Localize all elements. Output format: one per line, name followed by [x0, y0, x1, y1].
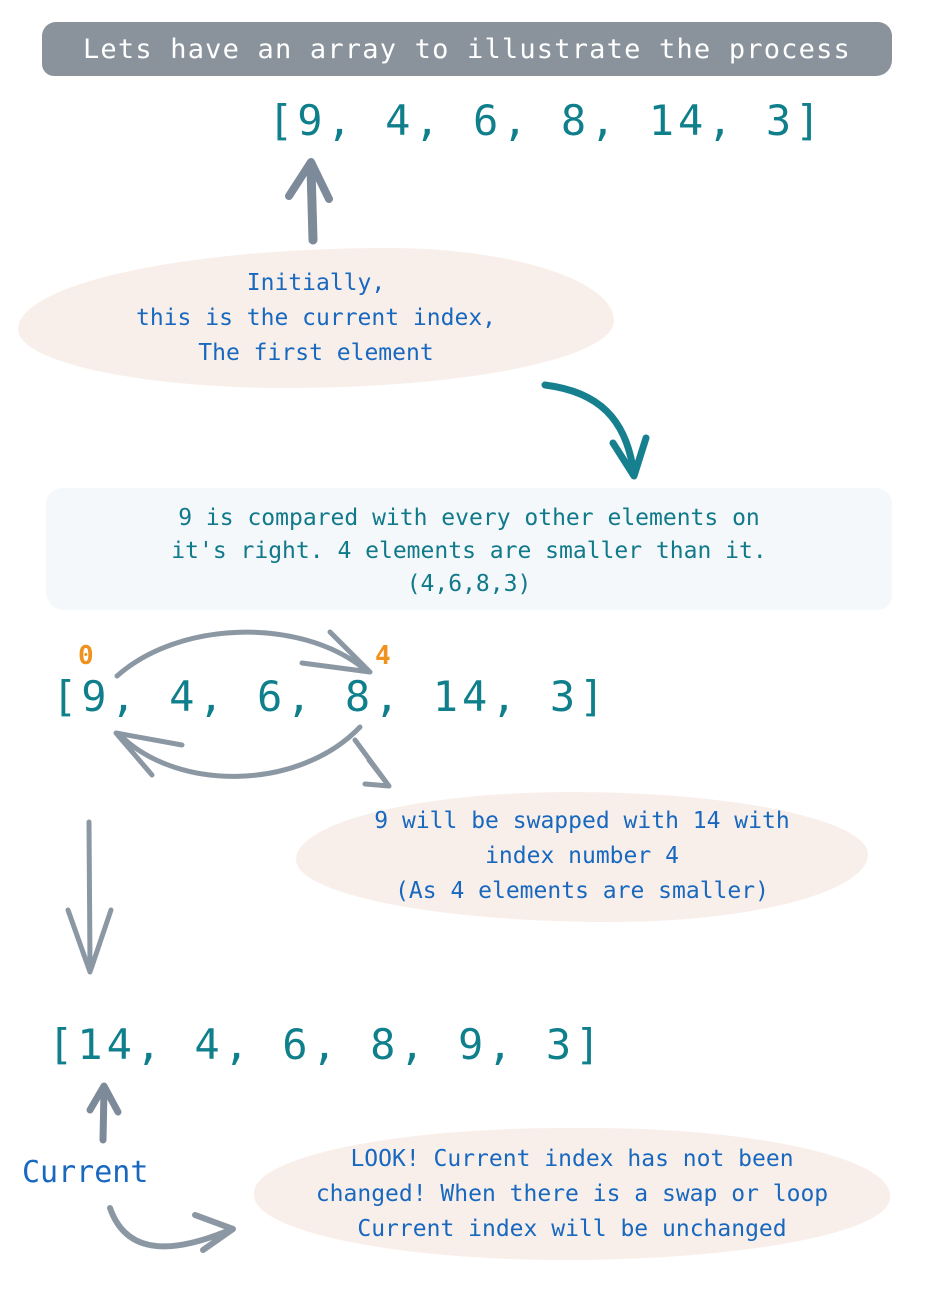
callout-bubble-swap: 9 will be swapped with 14 with index num…: [296, 792, 868, 922]
callout-bubble-initial-text: Initially, this is the current index, Th…: [135, 270, 497, 366]
header-title: Lets have an array to illustrate the pro…: [82, 33, 852, 65]
current-index-label: Current: [22, 1155, 149, 1190]
callout-bubble-look-text: LOOK! Current index has not been changed…: [315, 1146, 829, 1242]
arrow-layer: [65, 158, 650, 1253]
arrow-swap-left-to-right: [114, 629, 373, 679]
info-box-comparison: 9 is compared with every other elements …: [46, 488, 892, 610]
arrow-current-to-final-array: [86, 1082, 122, 1144]
info-box-comparison-text: 9 is compared with every other elements …: [171, 505, 767, 597]
callout-bubble-swap-text: 9 will be swapped with 14 with index num…: [374, 808, 790, 904]
arrow-current-to-look-bubble: [107, 1205, 236, 1253]
arrow-swap-right-to-left: [113, 724, 363, 779]
callout-bubble-look: LOOK! Current index has not been changed…: [254, 1128, 890, 1260]
diagram-canvas: Lets have an array to illustrate the pro…: [0, 0, 933, 1301]
array-initial: [9, 4, 6, 8, 14, 3]: [268, 96, 825, 145]
header-banner: Lets have an array to illustrate the pro…: [42, 22, 892, 76]
array-before-swap: [9, 4, 6, 8, 14, 3]: [52, 672, 609, 721]
index-label-0: 0: [78, 641, 94, 671]
arrow-down-to-final-array: [65, 819, 114, 975]
arrow-up-to-initial-array: [285, 158, 333, 245]
index-label-4: 4: [375, 641, 391, 671]
array-after-swap: [14, 4, 6, 8, 9, 3]: [48, 1020, 605, 1069]
callout-bubble-initial: Initially, this is the current index, Th…: [18, 248, 614, 388]
arrow-to-swap-bubble: [352, 737, 392, 789]
arrow-teal-curved-to-info-box: [541, 381, 650, 480]
